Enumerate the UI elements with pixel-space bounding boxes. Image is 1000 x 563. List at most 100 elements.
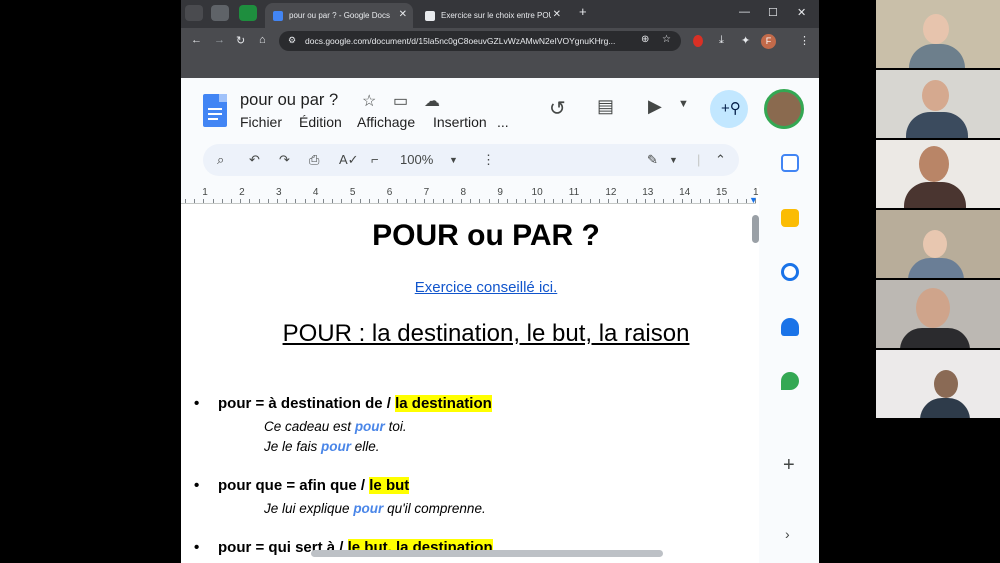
chevron-down-icon[interactable]: ▼ <box>669 155 678 165</box>
menu-more[interactable]: ... <box>497 114 509 130</box>
menu-fichier[interactable]: Fichier <box>240 114 282 130</box>
account-avatar[interactable] <box>764 89 804 129</box>
chevron-down-icon[interactable]: ▼ <box>678 98 689 110</box>
ruler-tick <box>654 199 656 203</box>
ruler[interactable]: 12345678910111213141516▼ <box>181 186 764 205</box>
omnibox[interactable]: ⚙ docs.google.com/document/d/15la5nc0gC8… <box>279 31 681 51</box>
url-text[interactable]: docs.google.com/document/d/15la5nc0gC8oe… <box>305 36 635 46</box>
zoom-select[interactable]: 100% <box>400 152 433 167</box>
ruler-tick <box>599 199 600 203</box>
new-tab-icon[interactable]: + <box>579 4 587 19</box>
share-button[interactable]: +⚲ <box>710 90 748 128</box>
right-indent-marker-icon[interactable]: ▼ <box>749 195 758 205</box>
forward-icon[interactable]: → <box>214 34 225 46</box>
redo-icon[interactable]: ↷ <box>279 152 290 168</box>
tab-title: Exercice sur le choix entre POUR <box>441 11 551 20</box>
download-icon[interactable]: ⤓ <box>719 34 724 47</box>
ruler-tick <box>185 199 186 203</box>
folder-icon[interactable]: ▭ <box>393 91 408 111</box>
add-person-icon: +⚲ <box>721 100 741 117</box>
print-icon[interactable]: ⎙ <box>309 152 319 168</box>
menu-insertion[interactable]: Insertion <box>433 114 487 130</box>
expand-panel-icon[interactable]: › <box>785 526 790 542</box>
ruler-tick <box>451 199 453 203</box>
maps-icon[interactable] <box>781 372 799 390</box>
maximize-icon[interactable]: ☐ <box>768 6 778 19</box>
ruler-tick <box>442 199 444 203</box>
ruler-tick <box>240 199 242 203</box>
more-vert-icon[interactable]: ⋮ <box>482 152 495 168</box>
document-page[interactable]: POUR ou PAR ? Exercice conseillé ici. PO… <box>181 205 756 563</box>
history-icon[interactable]: ↺ <box>549 96 566 121</box>
horizontal-scrollbar[interactable] <box>311 550 663 557</box>
spellcheck-icon[interactable]: A✓ <box>339 152 359 168</box>
ruler-number: 1 <box>202 187 208 198</box>
ruler-tick <box>525 199 527 203</box>
exercise-link[interactable]: Exercice conseillé ici. <box>181 279 756 296</box>
tab-search-button[interactable] <box>185 5 203 21</box>
video-tile <box>876 70 1000 138</box>
ruler-tick <box>700 199 702 203</box>
menu-edition[interactable]: Édition <box>299 114 342 130</box>
minimize-icon[interactable]: — <box>739 6 750 18</box>
extensions-puzzle-icon[interactable]: ✦ <box>741 34 750 47</box>
tab-group-icon[interactable] <box>211 5 229 21</box>
search-icon[interactable]: ⌕ <box>217 152 224 168</box>
docs-favicon-icon <box>273 10 283 21</box>
menu-affichage[interactable]: Affichage <box>357 114 415 130</box>
add-addon-icon[interactable]: + <box>783 454 795 477</box>
ruler-number: 12 <box>605 187 617 198</box>
back-icon[interactable]: ← <box>191 34 202 46</box>
example-line: Je lui explique pour qu'il comprenne. <box>264 501 486 516</box>
keep-icon[interactable] <box>781 209 799 227</box>
extension-icon[interactable] <box>693 35 703 47</box>
ruler-tick <box>212 199 214 203</box>
participant-body <box>904 182 966 208</box>
tab-google-docs[interactable]: pour ou par ? - Google Docs ✕ <box>265 3 413 28</box>
participant-head <box>922 80 949 111</box>
video-icon[interactable]: ▶ <box>648 96 662 117</box>
contacts-icon[interactable] <box>781 318 799 336</box>
vertical-scrollbar[interactable] <box>752 215 759 243</box>
docs-logo-icon[interactable] <box>203 94 227 127</box>
star-icon[interactable]: ☆ <box>362 91 376 111</box>
ruler-tick <box>295 199 297 203</box>
side-panel: + › <box>759 140 819 563</box>
ruler-tick <box>562 199 564 203</box>
participant-head <box>916 288 950 328</box>
pencil-icon[interactable]: ✎ <box>647 152 658 168</box>
ruler-tick <box>277 199 278 203</box>
tasks-icon[interactable] <box>781 263 799 281</box>
close-window-icon[interactable]: ✕ <box>797 6 806 19</box>
ruler-tick <box>645 199 646 203</box>
bookmark-star-icon[interactable]: ☆ <box>662 34 671 45</box>
comment-icon[interactable]: ▤ <box>597 96 614 117</box>
undo-icon[interactable]: ↶ <box>249 152 260 168</box>
chevron-up-icon[interactable]: ⌃ <box>715 152 726 168</box>
close-tab-icon[interactable]: ✕ <box>399 9 407 20</box>
toolbar-band <box>181 54 819 78</box>
reload-icon[interactable]: ↻ <box>236 34 245 47</box>
close-tab-icon[interactable]: ✕ <box>553 9 561 20</box>
ruler-number: 6 <box>386 187 393 198</box>
ruler-tick <box>617 199 619 203</box>
paint-format-icon[interactable]: ⌐ <box>371 152 379 167</box>
profile-avatar[interactable]: F <box>761 34 776 49</box>
cloud-icon[interactable]: ☁ <box>424 91 440 111</box>
tab-group-icon-2[interactable] <box>239 5 257 21</box>
example-line: Ce cadeau est pour toi. <box>264 419 407 434</box>
site-info-icon[interactable]: ⚙ <box>288 35 296 46</box>
participant-head <box>934 370 958 398</box>
ruler-number: 9 <box>497 187 503 198</box>
bullet-text: pour = à destination de / <box>218 395 396 412</box>
browser-menu-icon[interactable]: ⋮ <box>799 34 810 47</box>
document-title[interactable]: pour ou par ? <box>240 91 338 110</box>
tab-exercice[interactable]: Exercice sur le choix entre POUR ✕ <box>417 3 567 28</box>
chevron-down-icon[interactable]: ▼ <box>449 155 458 165</box>
zoom-icon[interactable]: ⊕ <box>641 34 649 45</box>
ruler-tick <box>221 199 223 203</box>
ruler-tick <box>231 199 232 203</box>
ruler-number: 11 <box>568 187 580 198</box>
home-icon[interactable]: ⌂ <box>259 34 266 46</box>
calendar-icon[interactable] <box>781 154 799 172</box>
